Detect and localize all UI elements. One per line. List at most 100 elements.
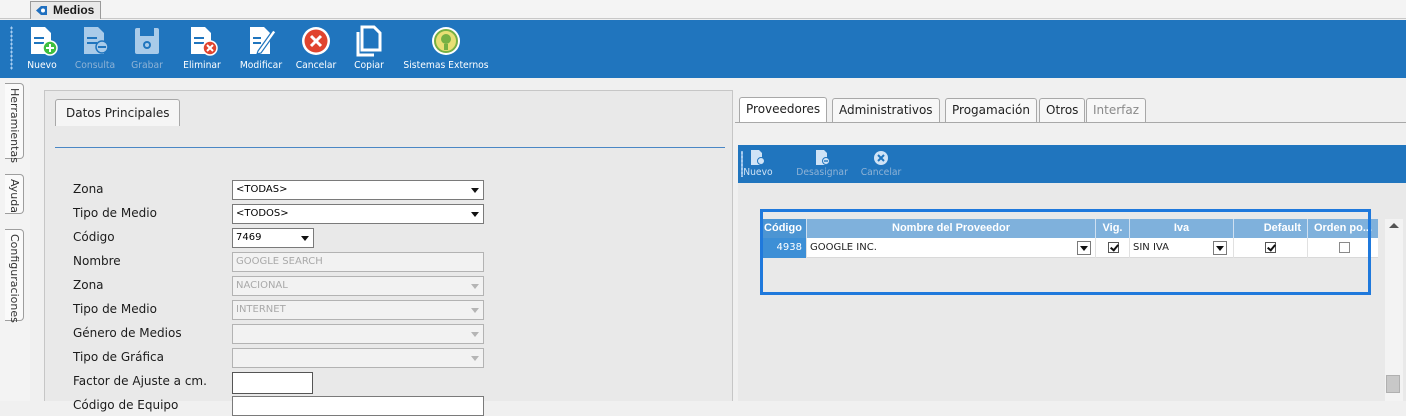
- provider-unassign-button[interactable]: Desasignar: [794, 149, 850, 179]
- chevron-down-icon: [471, 308, 479, 313]
- nombre-dropdown-icon[interactable]: [1077, 241, 1091, 255]
- side-tab-ayuda[interactable]: Ayuda: [5, 174, 24, 214]
- provider-unassign-label: Desasignar: [796, 167, 848, 178]
- field-value: <TODAS>: [236, 184, 288, 195]
- tab-administrativos[interactable]: Administrativos: [832, 98, 940, 122]
- new-document-icon: [31, 27, 58, 56]
- cell-codigo[interactable]: 4938: [760, 238, 807, 258]
- tipo-grafica-select: [232, 348, 484, 368]
- default-checkbox[interactable]: [1265, 242, 1276, 253]
- save-label: Grabar: [131, 60, 163, 71]
- field-value: <TODOS>: [236, 208, 289, 219]
- factor-ajuste-input[interactable]: [232, 372, 313, 394]
- provider-cancel-label: Cancelar: [860, 167, 902, 178]
- provider-new-button[interactable]: Nuevo: [742, 149, 773, 179]
- chevron-down-icon: [301, 236, 309, 241]
- tab-programacion[interactable]: Progamación: [945, 98, 1037, 122]
- cell-iva[interactable]: SIN IVA: [1130, 238, 1234, 258]
- toolbar-grip: [10, 26, 13, 70]
- codigo-select[interactable]: 7469: [232, 228, 314, 248]
- new-button[interactable]: Nuevo: [22, 24, 62, 74]
- tab-proveedores[interactable]: Proveedores: [739, 97, 828, 123]
- external-systems-icon: [432, 27, 460, 55]
- grid-scrollbar[interactable]: [1385, 219, 1403, 401]
- side-tab-herramientas[interactable]: Herramientas: [5, 83, 24, 163]
- provider-cancel-button[interactable]: Cancelar: [858, 149, 904, 179]
- modify-button[interactable]: Modificar: [234, 24, 288, 74]
- zona-filter-select[interactable]: <TODAS>: [232, 180, 484, 200]
- unassign-document-icon: [816, 150, 830, 165]
- column-label: Default: [1263, 222, 1301, 234]
- delete-button[interactable]: Eliminar: [178, 24, 226, 74]
- save-disk-icon: [135, 28, 159, 54]
- tab-label: Progamación: [952, 103, 1030, 117]
- delete-document-icon: [191, 27, 218, 56]
- field-label: Tipo de Medio: [73, 206, 157, 220]
- column-header-vig[interactable]: Vig.: [1096, 219, 1130, 238]
- cell-default[interactable]: [1234, 238, 1308, 258]
- orden-checkbox[interactable]: [1339, 242, 1350, 253]
- cell-value: 4938: [776, 242, 802, 253]
- copy-button[interactable]: Copiar: [349, 24, 389, 74]
- field-label: Zona: [73, 182, 104, 196]
- modify-label: Modificar: [239, 60, 283, 71]
- field-label: Tipo de Gráfica: [73, 350, 164, 364]
- chevron-down-icon: [471, 356, 479, 361]
- external-systems-label: Sistemas Externos: [403, 60, 489, 71]
- delete-label: Eliminar: [183, 60, 221, 71]
- save-button[interactable]: Grabar: [126, 24, 168, 74]
- side-tab-label: Herramientas: [8, 88, 21, 163]
- field-label: Tipo de Medio: [73, 302, 157, 316]
- provider-toolbar: Nuevo Desasignar Cancelar: [738, 145, 1406, 183]
- table-row[interactable]: 4938 GOOGLE INC. SIN IVA: [760, 238, 1378, 258]
- cell-orden[interactable]: [1308, 238, 1378, 258]
- cancel-button[interactable]: Cancelar: [291, 24, 341, 74]
- tab-label: Interfaz: [1093, 103, 1140, 117]
- tipo-medio-filter-select[interactable]: <TODOS>: [232, 204, 484, 224]
- cancel-circle-icon: [874, 151, 888, 165]
- field-label: Zona: [73, 278, 104, 292]
- side-tab-label: Ayuda: [8, 179, 21, 213]
- tab-datos-principales[interactable]: Datos Principales: [55, 99, 181, 126]
- copy-label: Copiar: [354, 60, 384, 71]
- column-header-nombre[interactable]: Nombre del Proveedor: [807, 219, 1096, 238]
- genero-medios-select: [232, 324, 484, 344]
- document-tab-label: Medios: [53, 3, 95, 17]
- column-header-codigo[interactable]: Código: [760, 219, 807, 238]
- cell-value: GOOGLE INC.: [810, 242, 877, 253]
- provider-new-label: Nuevo: [743, 167, 773, 178]
- column-header-iva[interactable]: Iva: [1130, 219, 1234, 238]
- document-tab-strip: Medios: [0, 0, 1406, 19]
- provider-grid-area: Código Nombre del Proveedor Vig. Iva Def…: [738, 183, 1406, 401]
- side-tab-bar: Herramientas Ayuda Configuraciones: [0, 78, 30, 401]
- new-label: Nuevo: [27, 60, 57, 71]
- tab-otros[interactable]: Otros: [1039, 98, 1086, 122]
- field-value: INTERNET: [236, 304, 286, 315]
- column-header-orden[interactable]: Orden po...: [1308, 219, 1378, 238]
- iva-dropdown-icon[interactable]: [1213, 241, 1227, 255]
- chevron-down-icon: [471, 332, 479, 337]
- cell-vig[interactable]: [1096, 238, 1130, 258]
- column-header-default[interactable]: Default: [1234, 219, 1308, 238]
- codigo-equipo-input[interactable]: [232, 396, 484, 416]
- query-button[interactable]: Consulta: [70, 24, 120, 74]
- document-tab-medios[interactable]: Medios: [30, 1, 102, 19]
- tab-label: Datos Principales: [66, 106, 170, 120]
- side-tab-label: Configuraciones: [8, 234, 21, 323]
- scroll-thumb[interactable]: [1386, 375, 1400, 393]
- column-label: Orden po...: [1313, 222, 1373, 234]
- vig-checkbox[interactable]: [1108, 242, 1119, 253]
- query-label: Consulta: [74, 60, 116, 71]
- cell-nombre[interactable]: GOOGLE INC.: [807, 238, 1096, 258]
- field-value: NACIONAL: [236, 280, 288, 291]
- cancel-circle-icon: [302, 27, 330, 55]
- detail-panel: Proveedores Administrativos Progamación …: [735, 90, 1406, 401]
- tab-divider: [735, 122, 1406, 123]
- side-tab-configuraciones[interactable]: Configuraciones: [5, 229, 24, 323]
- scroll-up-icon[interactable]: [1389, 223, 1399, 228]
- field-label: Código: [73, 230, 115, 244]
- external-systems-button[interactable]: Sistemas Externos: [398, 24, 494, 74]
- tab-interfaz[interactable]: Interfaz: [1086, 98, 1147, 122]
- tipo-medio-select: INTERNET: [232, 300, 484, 320]
- main-data-panel: Datos Principales Zona <TODAS> Tipo de M…: [44, 90, 733, 416]
